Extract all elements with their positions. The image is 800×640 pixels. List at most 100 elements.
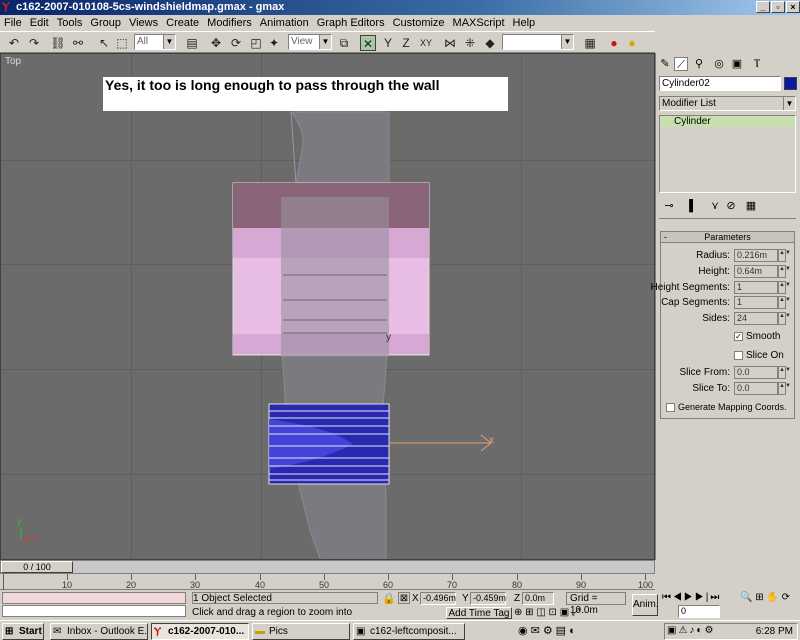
region-select-icon[interactable]: ⬚ — [114, 35, 130, 51]
scale-icon[interactable]: ◰ — [248, 35, 264, 51]
menu-animation[interactable]: Animation — [256, 15, 313, 31]
select-and-link-icon[interactable]: ⛓ — [50, 35, 66, 51]
align-icon[interactable]: ⁜ — [462, 35, 478, 51]
menu-create[interactable]: Create — [162, 15, 203, 31]
slice-to-label: Slice To: — [692, 383, 730, 394]
pin-stack-icon[interactable]: ⊸ — [662, 199, 676, 213]
unlink-icon[interactable]: ⚯ — [70, 35, 86, 51]
tick-label: 100 — [638, 580, 654, 590]
restrict-z-icon[interactable]: Z — [398, 35, 414, 51]
named-selection-dropdown[interactable]: ▼ — [502, 34, 574, 50]
cap-segments-spinner[interactable]: 1 ▲▼ — [734, 296, 791, 309]
display-tab-icon[interactable]: ▣ — [730, 57, 744, 71]
select-object-icon[interactable]: ↖ — [96, 35, 112, 51]
show-end-result-icon[interactable]: ▌ — [686, 199, 700, 213]
rotate-icon[interactable]: ⟳ — [228, 35, 244, 51]
render-icon[interactable]: ● — [606, 35, 622, 51]
menu-edit[interactable]: Edit — [26, 15, 53, 31]
task-gmax[interactable]: Ⲩc162-2007-010... — [151, 623, 249, 640]
stack-item-cylinder[interactable]: Cylinder — [660, 116, 795, 127]
menu-group[interactable]: Group — [86, 15, 125, 31]
create-tab-icon[interactable]: ✎ — [658, 57, 672, 71]
lock-selection-icon[interactable]: 🔒 — [382, 592, 396, 605]
task-leftcomposite[interactable]: ▣ c162-leftcomposit... — [353, 623, 465, 640]
slice-on-label: Slice On — [746, 350, 784, 361]
menu-modifiers[interactable]: Modifiers — [203, 15, 256, 31]
motion-tab-icon[interactable]: ◎ — [712, 57, 726, 71]
modify-tab-icon[interactable]: ⟋ — [674, 57, 688, 71]
parameters-rollout-header[interactable]: - Parameters — [661, 232, 794, 243]
menu-customize[interactable]: Customize — [389, 15, 449, 31]
start-button[interactable]: ⊞ Start — [2, 623, 44, 640]
current-frame-field[interactable]: 0 — [678, 605, 720, 618]
utilities-tab-icon[interactable]: Ⲧ — [750, 57, 764, 71]
quick-launch-icons[interactable]: ◉✉⚙▤◐ — [518, 624, 579, 637]
z-coord-field[interactable]: 0.0m — [522, 592, 554, 605]
restrict-y-icon[interactable]: Y — [380, 35, 396, 51]
object-name-field[interactable]: Cylinder02 — [659, 76, 781, 91]
maxscript-listener-pink[interactable] — [2, 592, 186, 604]
height-label: Height: — [698, 266, 730, 277]
x-coord-field[interactable]: -0.496m — [420, 592, 456, 605]
pivot-icon[interactable]: ✦ — [266, 35, 282, 51]
time-slider[interactable]: 0 / 100 — [0, 560, 655, 574]
reference-coord-dropdown[interactable]: View ▼ — [288, 34, 332, 50]
menu-views[interactable]: Views — [125, 15, 162, 31]
smooth-checkbox[interactable]: ✓ — [734, 332, 743, 341]
radius-spinner[interactable]: 0.216m ▲▼ — [734, 249, 791, 262]
generate-mapping-checkbox[interactable] — [666, 403, 675, 412]
remove-modifier-icon[interactable]: ⊘ — [724, 199, 738, 213]
selection-filter-dropdown[interactable]: All ▼ — [134, 34, 176, 50]
menu-file[interactable]: File — [0, 15, 26, 31]
absolute-mode-icon[interactable]: ⊠ — [398, 592, 410, 604]
redo-icon[interactable]: ↷ — [26, 35, 42, 51]
task-pics[interactable]: ▬ Pics — [252, 623, 350, 640]
track-bar[interactable]: 10 20 30 40 50 60 70 80 90 100 — [0, 574, 655, 590]
maxscript-listener-white[interactable] — [2, 605, 186, 617]
make-unique-icon[interactable]: ⋎ — [708, 199, 722, 213]
menu-maxscript[interactable]: MAXScript — [449, 15, 509, 31]
playback-controls-icon[interactable]: ⏮◀▶▶|⏭ — [662, 592, 721, 603]
material-icon[interactable]: ◆ — [482, 35, 498, 51]
modifier-list-dropdown[interactable]: Modifier List ▼ — [659, 96, 796, 111]
configure-sets-icon[interactable]: ▦ — [744, 199, 758, 213]
slice-from-spinner[interactable]: 0.0 ▲▼ — [734, 366, 791, 379]
restrict-xy-icon[interactable]: XY — [418, 35, 434, 51]
tray-icons[interactable]: ▣⚠♪◐⚙ — [667, 625, 715, 636]
slice-to-spinner[interactable]: 0.0 ▲▼ — [734, 382, 791, 395]
height-segments-spinner[interactable]: 1 ▲▼ — [734, 281, 791, 294]
maximize-button[interactable]: ▫ — [771, 1, 785, 13]
modifier-stack[interactable]: Cylinder — [659, 115, 796, 193]
command-panel: ✎ ⟋ ⚲ ◎ ▣ Ⲧ Cylinder02 Modifier List ▼ Cy… — [651, 53, 800, 560]
close-button[interactable]: × — [786, 1, 800, 13]
y-coord-field[interactable]: -0.459m — [470, 592, 506, 605]
selection-status: 1 Object Selected — [192, 592, 378, 604]
viewport-nav-icon[interactable]: ⊕ ⊞ ◫ ⊡ ▣ ⤢ — [514, 607, 580, 618]
restrict-x-icon[interactable]: ✕ — [360, 35, 376, 51]
slice-on-checkbox[interactable] — [734, 351, 743, 360]
menu-graph-editors[interactable]: Graph Editors — [313, 15, 389, 31]
tick-label: 70 — [447, 580, 458, 590]
gmax-app-icon: Ⲩ — [2, 1, 10, 13]
hierarchy-tab-icon[interactable]: ⚲ — [692, 57, 706, 71]
animate-button[interactable]: Anim. — [632, 594, 659, 616]
select-by-name-icon[interactable]: ▤ — [184, 35, 200, 51]
sides-spinner[interactable]: 24 ▲▼ — [734, 312, 791, 325]
object-color-swatch[interactable] — [784, 77, 797, 90]
named-sets-icon[interactable]: ▦ — [582, 35, 598, 51]
time-slider-thumb[interactable]: 0 / 100 — [1, 561, 73, 573]
viewport-top[interactable]: Top Yes, it too is long enough to pass t… — [0, 53, 655, 560]
task-outlook[interactable]: ✉ Inbox - Outlook E... — [50, 623, 148, 640]
prompt-line: Click and drag a region to zoom into — [192, 607, 353, 618]
height-spinner[interactable]: 0.64m ▲▼ — [734, 265, 791, 278]
minimize-button[interactable]: _ — [756, 1, 770, 13]
add-time-tag-button[interactable]: Add Time Tag — [446, 607, 512, 619]
move-icon[interactable]: ✥ — [208, 35, 224, 51]
menu-help[interactable]: Help — [509, 15, 540, 31]
viewport-controls-icon[interactable]: 🔍 ⊞ ✋ ⟳ — [740, 592, 790, 603]
use-center-icon[interactable]: ⧉ — [336, 35, 352, 51]
mirror-icon[interactable]: ⋈ — [442, 35, 458, 51]
menu-tools[interactable]: Tools — [53, 15, 87, 31]
quick-render-icon[interactable]: ● — [624, 35, 640, 51]
undo-icon[interactable]: ↶ — [6, 35, 22, 51]
